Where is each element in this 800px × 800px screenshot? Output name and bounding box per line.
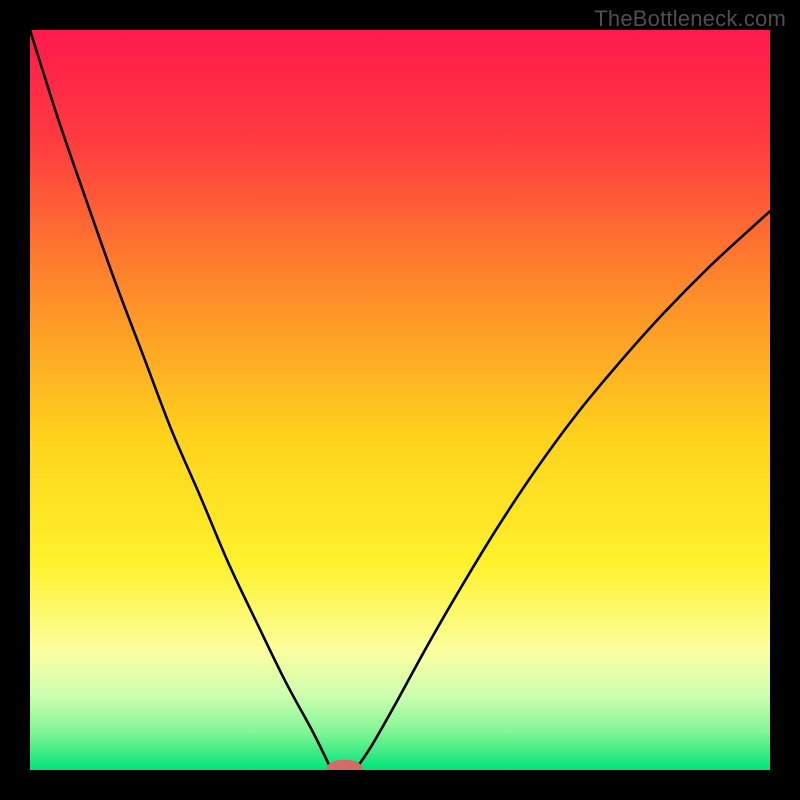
chart-frame: TheBottleneck.com: [0, 0, 800, 800]
gradient-background: [30, 30, 770, 770]
bottleneck-chart: [30, 30, 770, 770]
watermark-text: TheBottleneck.com: [594, 6, 786, 32]
